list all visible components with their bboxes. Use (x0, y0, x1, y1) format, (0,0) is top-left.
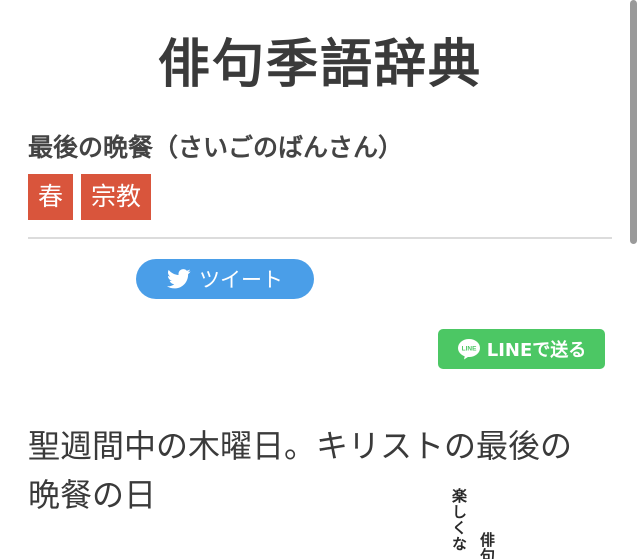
tweet-button[interactable]: ツイート (136, 259, 314, 299)
line-logo-icon: LINE (457, 339, 480, 360)
ad-banner[interactable]: 楽しくな 俳句 (440, 488, 520, 559)
tag-category[interactable]: 宗教 (81, 174, 152, 220)
page: 俳句季語辞典 最後の晩餐（さいごのばんさん） 春 宗教 ツイート LINE LI… (0, 0, 640, 559)
ad-text-1: 楽しくな (450, 488, 468, 552)
tag-list: 春 宗教 (28, 174, 152, 220)
ad-text-2: 俳句 (478, 532, 496, 559)
scrollbar-thumb[interactable] (630, 0, 637, 244)
tag-season[interactable]: 春 (28, 174, 74, 220)
line-share-button[interactable]: LINE LINEで送る (438, 329, 605, 369)
site-title[interactable]: 俳句季語辞典 (0, 22, 640, 97)
twitter-bird-icon (167, 269, 191, 289)
entry-heading: 最後の晩餐（さいごのばんさん） (28, 133, 404, 162)
scrollbar[interactable] (628, 0, 640, 559)
tweet-label: ツイート (199, 268, 283, 292)
line-logo-text: LINE (461, 346, 476, 353)
divider (28, 237, 612, 239)
line-share-label: LINEで送る (486, 340, 587, 361)
